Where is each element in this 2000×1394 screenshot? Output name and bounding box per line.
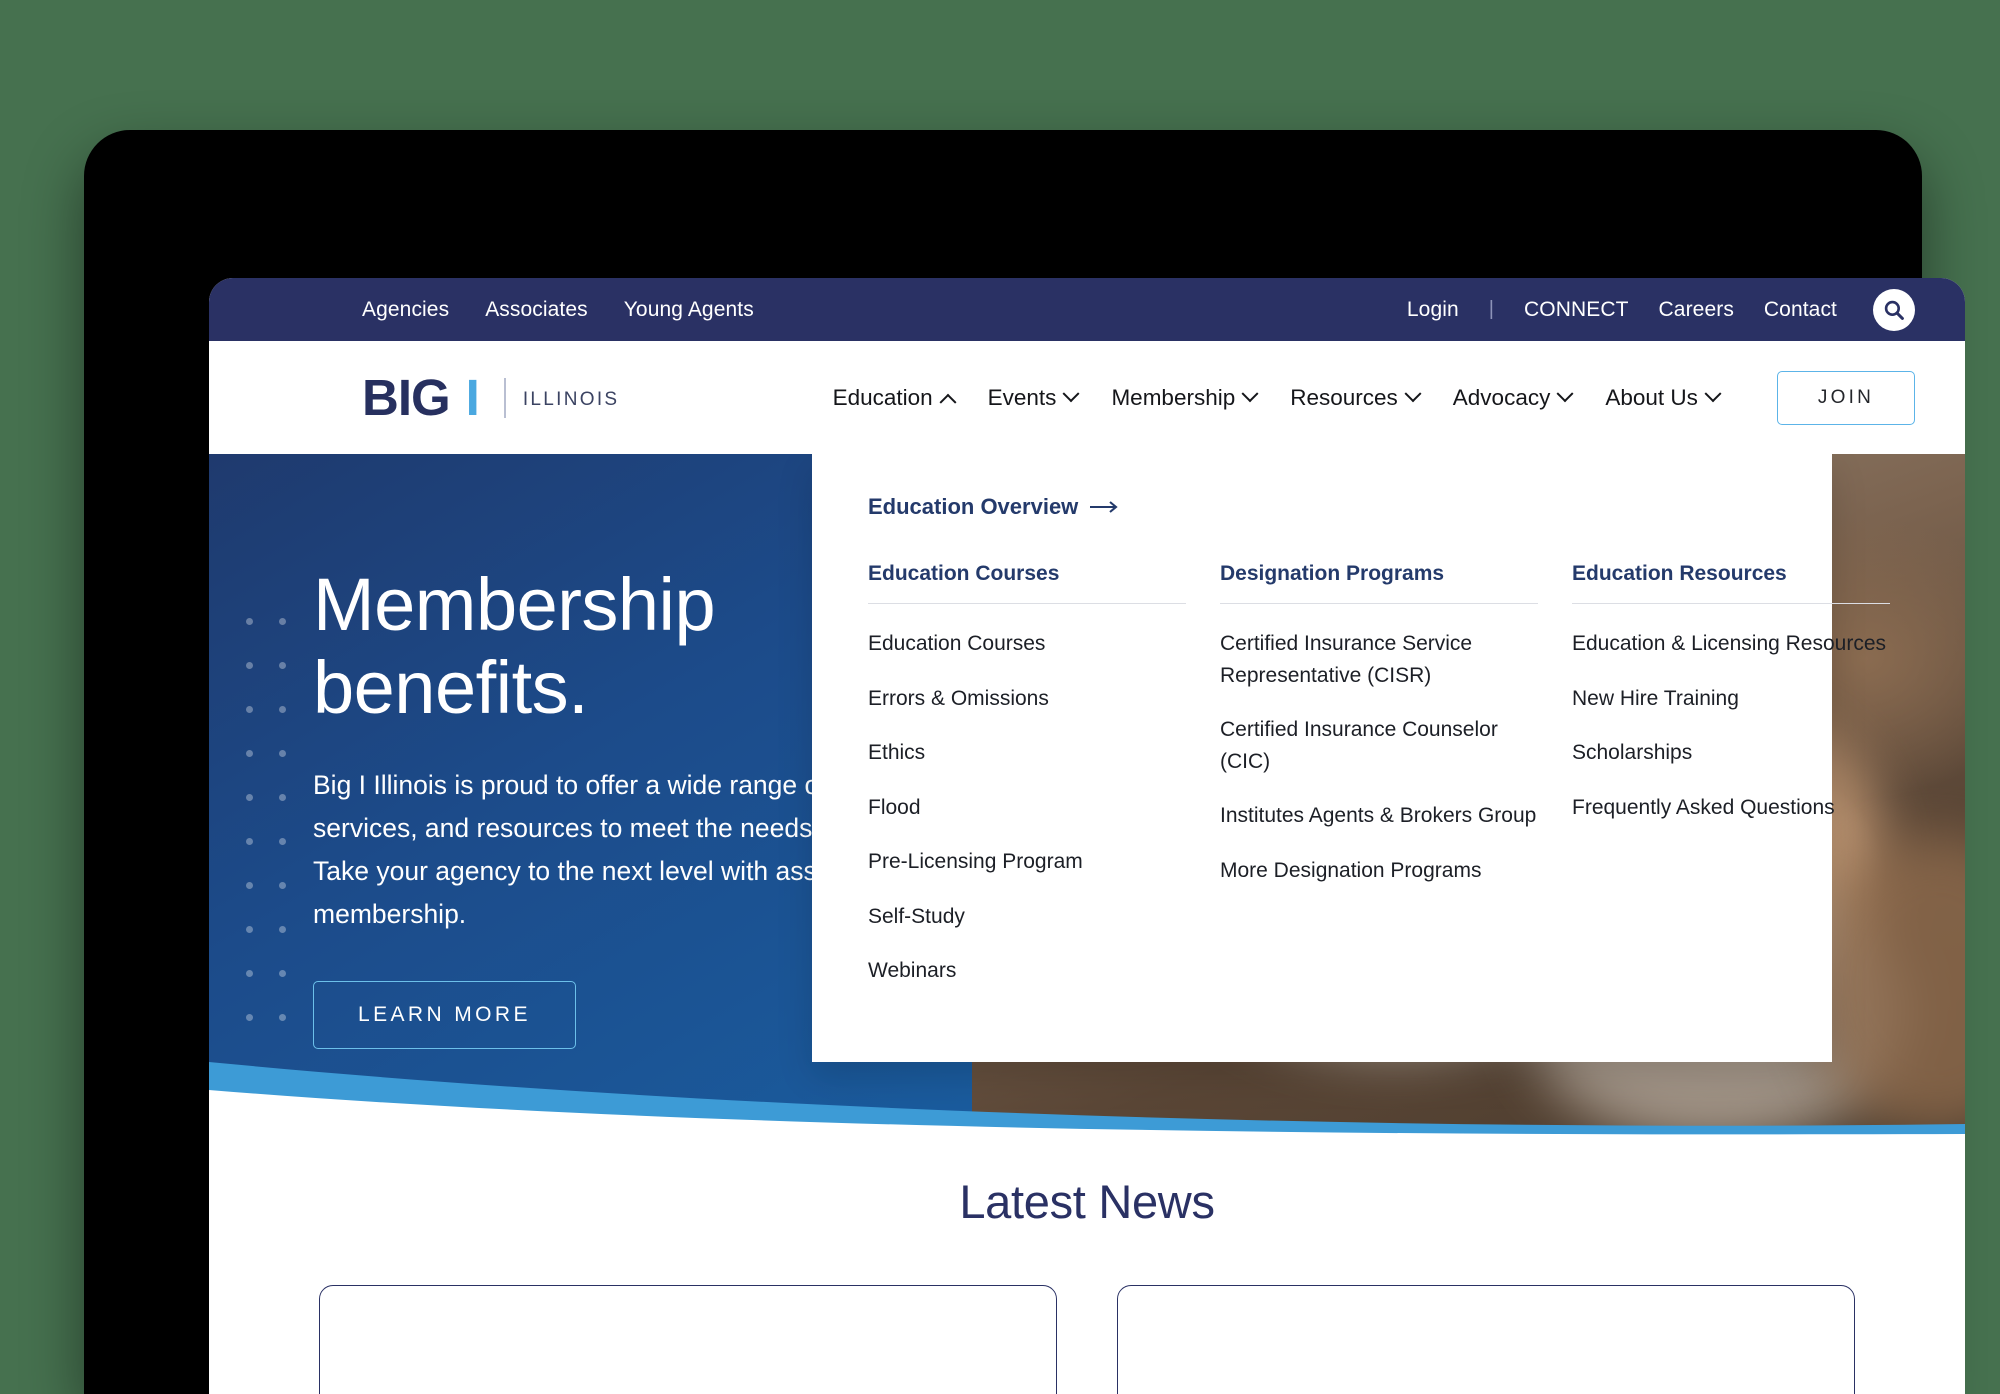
mega-column-title: Education Resources <box>1572 562 1890 604</box>
utility-link-associates[interactable]: Associates <box>485 298 588 322</box>
latest-news-title: Latest News <box>959 1175 1215 1228</box>
decorative-dot-grid <box>233 599 299 1039</box>
mega-link-ethics[interactable]: Ethics <box>868 737 1186 769</box>
site-logo[interactable]: BIG I ILLINOIS <box>362 372 619 423</box>
mega-link-cic[interactable]: Certified Insurance Counselor (CIC) <box>1220 714 1538 777</box>
nav-item-about-us-label: About Us <box>1605 384 1698 410</box>
utility-link-connect[interactable]: CONNECT <box>1524 298 1629 322</box>
logo-divider <box>503 377 506 418</box>
search-icon[interactable] <box>1873 288 1915 331</box>
utility-link-young-agents[interactable]: Young Agents <box>624 298 754 322</box>
mega-link-institutes-agents-brokers-group[interactable]: Institutes Agents & Brokers Group <box>1220 800 1538 832</box>
mega-column-title: Designation Programs <box>1220 562 1538 604</box>
utility-separator: | <box>1488 298 1494 320</box>
logo-i-text: I <box>465 369 480 426</box>
browser-viewport: Agencies Associates Young Agents Login |… <box>209 278 1965 1394</box>
utility-right-links: Login | CONNECT Careers Contact <box>1407 288 1915 331</box>
education-mega-menu: Education Overview Education Courses Edu… <box>812 454 1890 1062</box>
logo-illinois-text: ILLINOIS <box>522 388 620 410</box>
mega-link-cisr[interactable]: Certified Insurance Service Representati… <box>1220 628 1538 691</box>
utility-link-careers[interactable]: Careers <box>1659 298 1734 322</box>
main-header: BIG I ILLINOIS Education Events Membersh… <box>209 341 1965 454</box>
mega-link-education-courses[interactable]: Education Courses <box>868 628 1186 660</box>
mega-link-webinars[interactable]: Webinars <box>868 955 1186 987</box>
mega-column-education-courses: Education Courses Education Courses Erro… <box>868 562 1186 1010</box>
latest-news-section: Latest News <box>209 1136 1965 1394</box>
join-button[interactable]: JOIN <box>1776 370 1915 425</box>
nav-item-advocacy-label: Advocacy <box>1452 384 1551 410</box>
utility-left-links: Agencies Associates Young Agents <box>362 298 754 322</box>
primary-nav: Education Events Membership Resources Ad… <box>832 370 1915 425</box>
learn-more-button[interactable]: LEARN MORE <box>313 981 576 1050</box>
nav-item-membership-label: Membership <box>1111 384 1236 410</box>
mega-link-education-licensing-resources[interactable]: Education & Licensing Resources <box>1572 628 1890 660</box>
mega-link-new-hire-training[interactable]: New Hire Training <box>1572 683 1890 715</box>
mega-link-scholarships[interactable]: Scholarships <box>1572 737 1890 769</box>
utility-link-agencies[interactable]: Agencies <box>362 298 449 322</box>
logo-big-text: BIG <box>362 369 451 426</box>
utility-link-login[interactable]: Login <box>1407 298 1459 322</box>
nav-item-events[interactable]: Events <box>987 384 1080 411</box>
education-overview-link[interactable]: Education Overview <box>868 494 1776 520</box>
mega-link-pre-licensing-program[interactable]: Pre-Licensing Program <box>868 846 1186 878</box>
chevron-down-icon <box>1556 384 1574 402</box>
mega-link-more-designation-programs[interactable]: More Designation Programs <box>1220 855 1538 887</box>
utility-link-contact[interactable]: Contact <box>1764 298 1837 322</box>
nav-item-resources[interactable]: Resources <box>1290 384 1422 411</box>
nav-item-education[interactable]: Education <box>832 384 957 411</box>
chevron-up-icon <box>939 393 957 411</box>
device-frame: Agencies Associates Young Agents Login |… <box>84 130 1965 1394</box>
chevron-down-icon <box>1062 384 1080 402</box>
mega-link-self-study[interactable]: Self-Study <box>868 901 1186 933</box>
chevron-down-icon <box>1241 384 1259 402</box>
education-overview-label: Education Overview <box>868 494 1079 519</box>
mega-link-flood[interactable]: Flood <box>868 792 1186 824</box>
mega-menu-columns: Education Courses Education Courses Erro… <box>868 562 1890 1010</box>
utility-bar: Agencies Associates Young Agents Login |… <box>209 278 1965 341</box>
news-cards-row <box>209 1229 1965 1394</box>
mega-column-title: Education Courses <box>868 562 1186 604</box>
nav-item-resources-label: Resources <box>1290 384 1398 410</box>
arrow-right-icon <box>1090 501 1118 513</box>
mega-column-designation-programs: Designation Programs Certified Insurance… <box>1220 562 1538 1010</box>
nav-item-membership[interactable]: Membership <box>1111 384 1259 411</box>
nav-item-about-us[interactable]: About Us <box>1605 384 1722 411</box>
mega-link-errors-omissions[interactable]: Errors & Omissions <box>868 683 1186 715</box>
news-card-2[interactable] <box>1117 1285 1855 1394</box>
mega-column-education-resources: Education Resources Education & Licensin… <box>1572 562 1890 1010</box>
nav-item-education-label: Education <box>832 384 933 410</box>
nav-item-advocacy[interactable]: Advocacy <box>1452 384 1574 411</box>
nav-item-events-label: Events <box>987 384 1057 410</box>
chevron-down-icon <box>1404 384 1422 402</box>
chevron-down-icon <box>1704 384 1722 402</box>
news-card-1[interactable] <box>319 1285 1057 1394</box>
mega-link-frequently-asked-questions[interactable]: Frequently Asked Questions <box>1572 792 1890 824</box>
